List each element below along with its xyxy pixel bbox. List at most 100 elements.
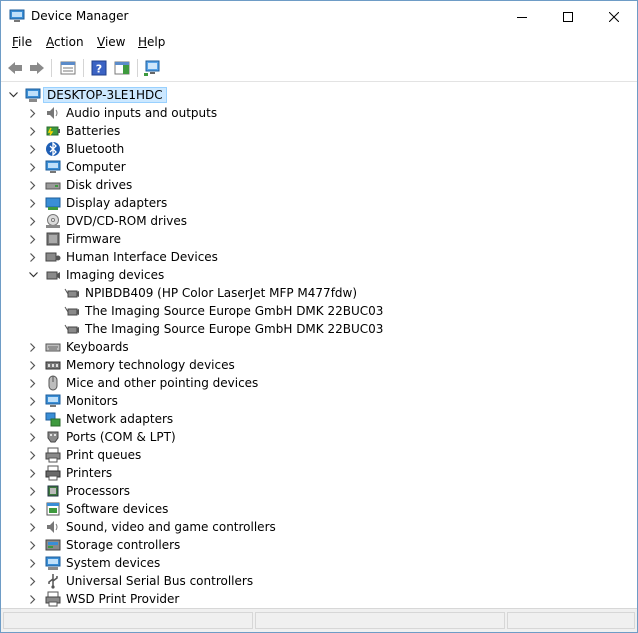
properties-view-button[interactable] [58, 58, 78, 78]
chevron-right-icon[interactable] [28, 482, 38, 500]
menu-view-accel: V [97, 35, 105, 49]
tree-category-row[interactable]: WSD Print Provider [1, 590, 637, 608]
tree-category-label: Processors [66, 484, 131, 498]
tree-category-row[interactable]: Ports (COM & LPT) [1, 428, 637, 446]
chevron-right-icon[interactable] [28, 392, 38, 410]
tree-category-row[interactable]: Computer [1, 158, 637, 176]
tree-category-row[interactable]: Human Interface Devices [1, 248, 637, 266]
chevron-right-icon[interactable] [28, 230, 38, 248]
menu-file[interactable]: File [12, 35, 32, 49]
tree-device-label: The Imaging Source Europe GmbH DMK 22BUC… [85, 304, 384, 318]
close-button[interactable] [591, 1, 637, 32]
menu-action[interactable]: Action [46, 35, 84, 49]
chevron-right-icon[interactable] [28, 194, 38, 212]
chevron-right-icon[interactable] [28, 446, 38, 464]
tree-category-label: Mice and other pointing devices [66, 376, 259, 390]
usb-icon [48, 574, 58, 589]
chevron-right-icon[interactable] [28, 158, 38, 176]
tree-category-row[interactable]: Mice and other pointing devices [1, 374, 637, 392]
status-cell [507, 612, 635, 629]
tree-category-label: Bluetooth [66, 142, 125, 156]
chevron-right-icon[interactable] [28, 572, 38, 590]
chevron-right-icon[interactable] [28, 176, 38, 194]
chevron-right-icon[interactable] [28, 428, 38, 446]
print-queue-icon [45, 447, 61, 463]
tree-category-row[interactable]: Universal Serial Bus controllers [1, 572, 637, 590]
chevron-right-icon[interactable] [28, 356, 38, 374]
help-icon: ? [91, 60, 107, 76]
tree-device-row[interactable]: The Imaging Source Europe GmbH DMK 22BUC… [1, 302, 637, 320]
tree-root-label: DESKTOP-3LE1HDC [43, 87, 167, 103]
tree-category-row[interactable]: Display adapters [1, 194, 637, 212]
chevron-right-icon[interactable] [28, 590, 38, 608]
tree-category-row[interactable]: DVD/CD-ROM drives [1, 212, 637, 230]
action-pane-icon [114, 61, 130, 75]
tree-category-row[interactable]: Software devices [1, 500, 637, 518]
minimize-button[interactable] [499, 1, 545, 32]
action-view-button[interactable] [112, 58, 132, 78]
chevron-right-icon[interactable] [28, 248, 38, 266]
bluetooth-icon [46, 141, 60, 157]
tree-category-row[interactable]: Memory technology devices [1, 356, 637, 374]
forward-button[interactable] [27, 58, 47, 78]
device-tree[interactable]: DESKTOP-3LE1HDC Audio inputs and outputs… [1, 84, 637, 608]
menu-view[interactable]: View [97, 35, 125, 49]
tree-category-row[interactable]: Network adapters [1, 410, 637, 428]
chevron-right-icon[interactable] [28, 464, 38, 482]
chevron-down-icon[interactable] [28, 266, 38, 284]
tree-device-row[interactable]: The Imaging Source Europe GmbH DMK 22BUC… [1, 320, 637, 338]
network-icon [45, 412, 61, 427]
tree-category-label: WSD Print Provider [66, 592, 180, 606]
chevron-right-icon[interactable] [28, 122, 38, 140]
chevron-right-icon[interactable] [28, 374, 38, 392]
chevron-right-icon[interactable] [28, 104, 38, 122]
tree-category-row[interactable]: Audio inputs and outputs [1, 104, 637, 122]
tree-category-row[interactable]: Batteries [1, 122, 637, 140]
chevron-right-icon[interactable] [28, 500, 38, 518]
chevron-down-icon[interactable] [8, 86, 18, 104]
title-bar[interactable]: Device Manager [1, 1, 637, 32]
chevron-right-icon[interactable] [28, 554, 38, 572]
tree-category-row[interactable]: Bluetooth [1, 140, 637, 158]
tree-category-row[interactable]: Keyboards [1, 338, 637, 356]
menu-help[interactable]: Help [138, 35, 165, 49]
printer-icon [45, 465, 61, 481]
tree-category-row[interactable]: Monitors [1, 392, 637, 410]
memory-icon [45, 361, 61, 370]
chevron-right-icon[interactable] [28, 212, 38, 230]
chevron-right-icon[interactable] [28, 338, 38, 356]
tree-category-row[interactable]: Print queues [1, 446, 637, 464]
chevron-right-icon[interactable] [28, 140, 38, 158]
menu-action-label: ction [54, 35, 84, 49]
status-bar [1, 608, 637, 632]
maximize-button[interactable] [545, 1, 591, 32]
tree-category-label: Computer [66, 160, 126, 174]
tree-category-row[interactable]: Imaging devices [1, 266, 637, 284]
imaging-device-icon [64, 324, 79, 334]
back-arrow-icon [8, 62, 22, 74]
scan-hardware-button[interactable] [143, 58, 163, 78]
back-button[interactable] [5, 58, 25, 78]
toolbar: ? [1, 54, 637, 82]
storage-icon [45, 539, 61, 551]
tree-category-row[interactable]: Printers [1, 464, 637, 482]
tree-root-row[interactable]: DESKTOP-3LE1HDC [1, 86, 637, 104]
tree-category-label: DVD/CD-ROM drives [66, 214, 188, 228]
tree-category-row[interactable]: Processors [1, 482, 637, 500]
tree-category-row[interactable]: Firmware [1, 230, 637, 248]
tree-category-row[interactable]: Disk drives [1, 176, 637, 194]
help-button[interactable]: ? [89, 58, 109, 78]
device-manager-app-icon [9, 9, 25, 22]
firmware-icon [46, 232, 60, 246]
tree-category-row[interactable]: System devices [1, 554, 637, 572]
tree-category-label: Software devices [66, 502, 169, 516]
processor-icon [47, 485, 59, 497]
tree-category-label: Sound, video and game controllers [66, 520, 276, 534]
tree-device-row[interactable]: NPIBDB409 (HP Color LaserJet MFP M477fdw… [1, 284, 637, 302]
tree-category-row[interactable]: Sound, video and game controllers [1, 518, 637, 536]
chevron-right-icon[interactable] [28, 410, 38, 428]
tree-device-label: The Imaging Source Europe GmbH DMK 22BUC… [85, 322, 384, 336]
chevron-right-icon[interactable] [28, 536, 38, 554]
chevron-right-icon[interactable] [28, 518, 38, 536]
tree-category-row[interactable]: Storage controllers [1, 536, 637, 554]
